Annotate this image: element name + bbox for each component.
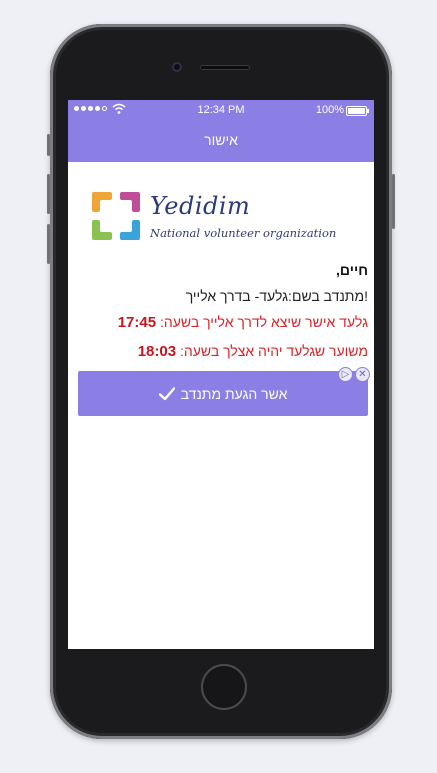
arrival-line: משוער שגלעד יהיה אצלך בשעה: 18:03 [138, 343, 368, 360]
power-button [392, 174, 395, 229]
departure-line: גלעד אישר שיצא לדרך אלייך בשעה: 17:45 [118, 314, 368, 331]
mute-switch [47, 134, 50, 156]
confirm-arrival-button[interactable]: אשר הגעת מתנדב [78, 371, 368, 416]
logo-name: Yedidim [150, 192, 251, 220]
ad-info-icon[interactable]: ▷ [338, 367, 353, 382]
ad-close-icon[interactable]: ✕ [355, 367, 370, 382]
logo-tagline: National volunteer organization [150, 226, 337, 240]
page-title: אישור [204, 132, 238, 148]
app-screen: 12:34 PM 100% אישור Yedidim National vol… [68, 100, 374, 649]
home-button[interactable] [201, 664, 247, 710]
volunteer-status: !מתנדב בשם:גלעד- בדרך אלייך [185, 288, 368, 304]
battery-percent: 100% [315, 104, 344, 116]
arrival-time: 18:03 [137, 343, 177, 360]
ad-controls: ▷ ✕ [338, 367, 370, 382]
status-bar: 12:34 PM 100% [68, 100, 374, 120]
departure-label: גלעד אישר שיצא לדרך אלייך בשעה: [156, 314, 368, 330]
battery-icon [346, 106, 369, 116]
confirm-arrival-label: אשר הגעת מתנדב [180, 385, 288, 402]
checkmark-icon [158, 386, 175, 400]
phone-frame: 12:34 PM 100% אישור Yedidim National vol… [47, 24, 395, 739]
front-camera [172, 62, 182, 72]
app-header: 12:34 PM 100% אישור [68, 100, 374, 162]
departure-time: 17:45 [117, 314, 157, 331]
yedidim-logo: Yedidim National volunteer organization [90, 190, 350, 246]
volume-up-button [47, 174, 50, 214]
arrival-label: משוער שגלעד יהיה אצלך בשעה: [176, 343, 368, 359]
earpiece-speaker [200, 65, 250, 70]
greeting: חיים, [336, 262, 368, 278]
yedidim-logo-mark-icon [92, 192, 140, 240]
volume-down-button [47, 224, 50, 264]
